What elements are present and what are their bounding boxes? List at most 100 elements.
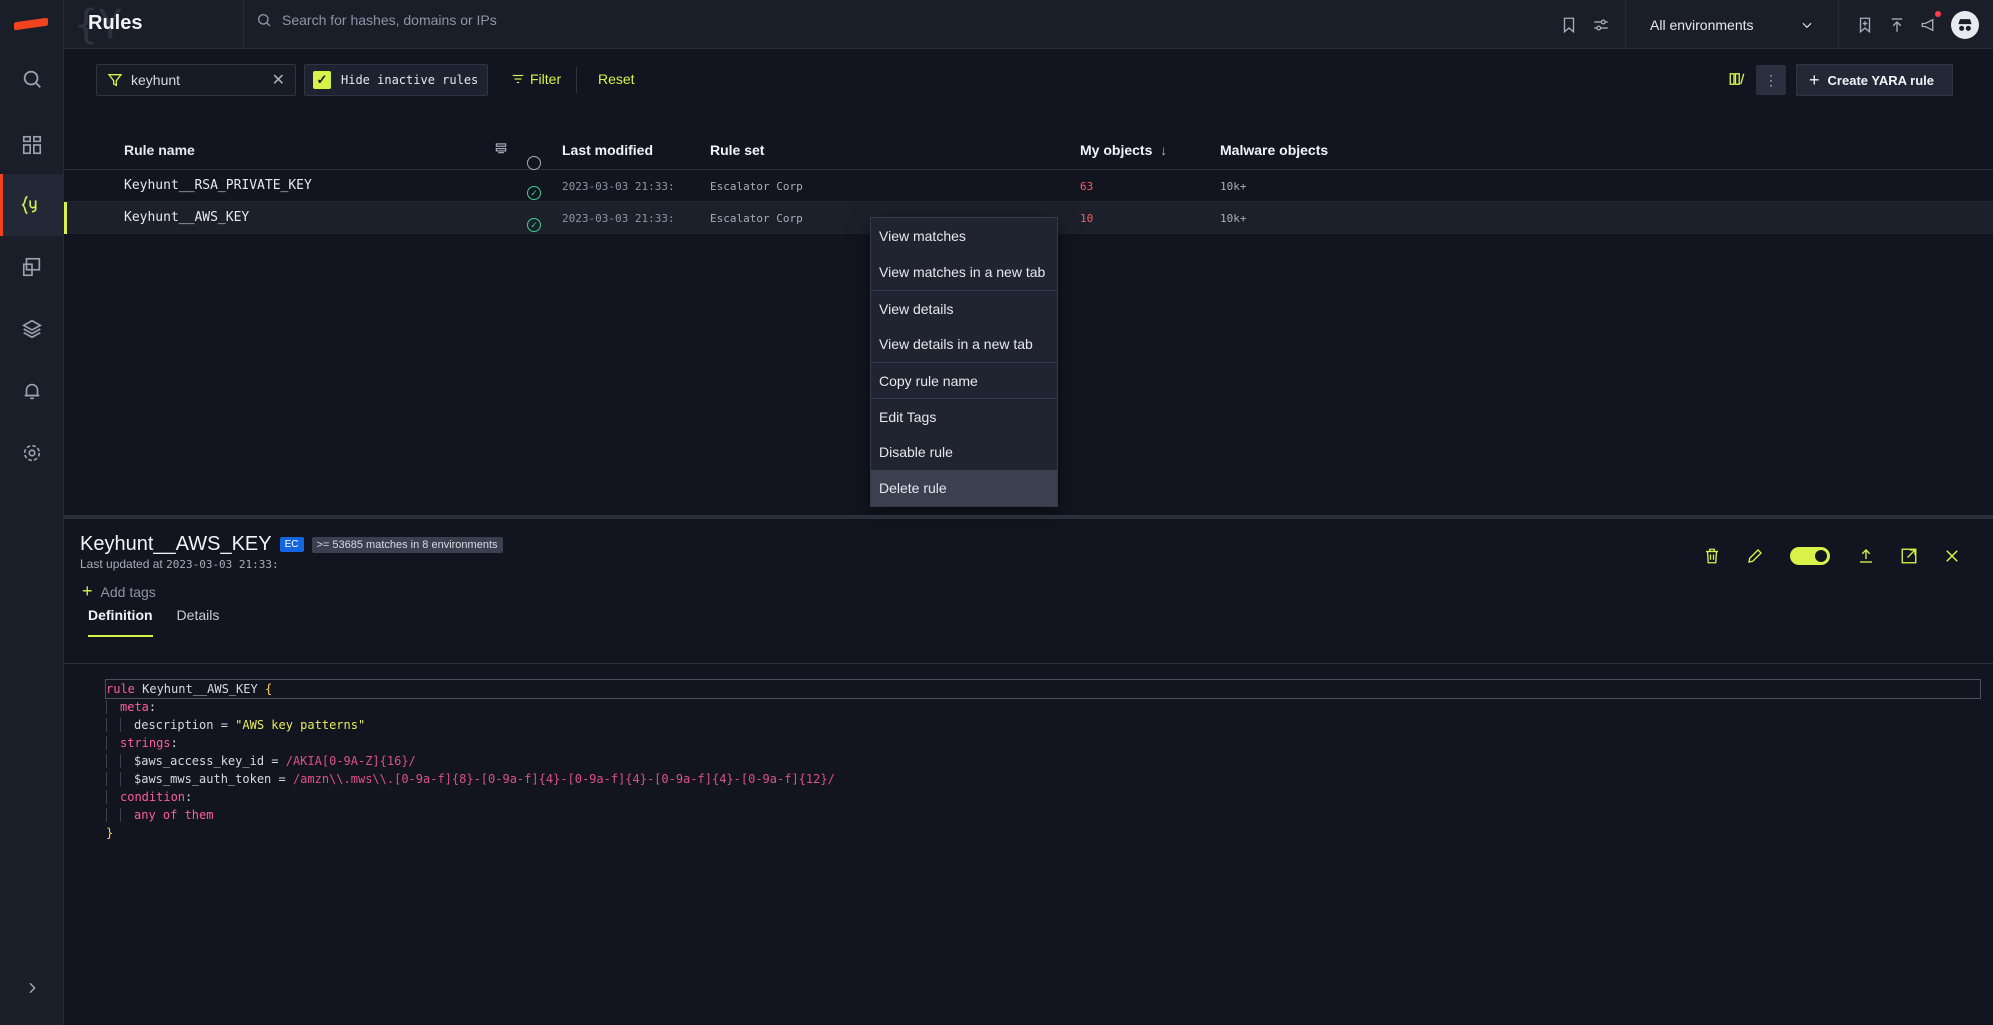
hide-inactive-label: Hide inactive rules: [341, 73, 479, 87]
top-bar: {Y Rules Search for hashes, domains or I…: [64, 0, 1993, 49]
layers-icon[interactable]: [0, 298, 64, 360]
create-yara-rule-label: Create YARA rule: [1827, 72, 1934, 88]
environment-value: All environments: [1650, 16, 1754, 33]
detail-header: Keyhunt__AWS_KEY EC >= 53685 matches in …: [80, 533, 503, 556]
tab-definition[interactable]: Definition: [88, 607, 153, 637]
table-row[interactable]: Keyhunt__RSA_PRIVATE_KEY ✓ 2023-03-03 21…: [64, 170, 1993, 202]
my-objects-cell[interactable]: 10: [1080, 212, 1093, 225]
export-icon[interactable]: [1844, 547, 1887, 565]
code-line: $aws_access_key_id = /AKIA[0-9A-Z]{16}/: [106, 752, 1980, 770]
yara-rules-icon[interactable]: [0, 174, 64, 236]
menu-item-view-details[interactable]: View details: [871, 290, 1057, 326]
code-line: rule Keyhunt__AWS_KEY {: [105, 679, 1981, 699]
last-updated-label: Last updated at: [80, 557, 163, 571]
menu-item-view-matches[interactable]: View matches: [871, 218, 1057, 254]
columns-icon[interactable]: [1728, 70, 1746, 91]
rule-name-cell: Keyhunt__RSA_PRIVATE_KEY: [124, 178, 312, 193]
table-header: Rule name Last modified Rule set My obje…: [64, 128, 1993, 170]
menu-item-edit-tags[interactable]: Edit Tags: [871, 398, 1057, 434]
arrow-down-icon: ↓: [1160, 142, 1168, 158]
create-yara-rule-button[interactable]: + Create YARA rule: [1796, 64, 1953, 96]
rule-active-toggle[interactable]: [1790, 547, 1830, 565]
megaphone-icon[interactable]: [1913, 9, 1945, 41]
divider: [243, 0, 244, 49]
gear-icon[interactable]: [0, 422, 64, 484]
checkbox-checked-icon[interactable]: ✓: [313, 71, 331, 89]
my-objects-cell[interactable]: 63: [1080, 180, 1093, 193]
close-icon[interactable]: ✕: [272, 70, 285, 90]
app-root: {Y Rules Search for hashes, domains or I…: [0, 0, 1993, 1025]
detail-actions: [1690, 547, 1973, 565]
menu-item-view-details-new-tab[interactable]: View details in a new tab: [871, 326, 1057, 362]
code-line: }: [106, 826, 114, 840]
hide-inactive-toggle[interactable]: ✓ Hide inactive rules: [304, 64, 488, 96]
close-icon[interactable]: [1930, 547, 1973, 565]
last-updated: Last updated at 2023-03-03 21:33:: [80, 557, 279, 571]
bookmark-icon[interactable]: [1553, 9, 1585, 41]
environment-select[interactable]: All environments: [1625, 0, 1839, 49]
last-updated-value: 2023-03-03 21:33:: [166, 558, 279, 571]
kebab-icon[interactable]: ⋮: [1756, 65, 1787, 95]
column-rule-name[interactable]: Rule name: [124, 142, 195, 158]
plus-icon: +: [1809, 69, 1820, 90]
code-line: meta:: [106, 698, 1980, 716]
malware-objects-cell: 10k+: [1220, 212, 1247, 225]
search-input[interactable]: Search for hashes, domains or IPs: [282, 12, 497, 28]
column-last-modified[interactable]: Last modified: [562, 142, 653, 158]
column-rule-set[interactable]: Rule set: [710, 142, 764, 158]
dashboard-icon[interactable]: [0, 114, 64, 176]
last-modified-cell: 2023-03-03 21:33:: [562, 212, 675, 225]
add-tags-button[interactable]: + Add tags: [82, 581, 156, 602]
add-tags-label: Add tags: [100, 583, 156, 600]
column-my-objects-label: My objects: [1080, 142, 1153, 158]
menu-item-disable-rule[interactable]: Disable rule: [871, 434, 1057, 470]
column-my-objects[interactable]: My objects ↓: [1080, 142, 1167, 158]
code-line: condition:: [106, 788, 1980, 806]
row-context-menu: View matches View matches in a new tab V…: [870, 217, 1058, 507]
bookmark-plus-icon[interactable]: [1849, 9, 1881, 41]
tab-details[interactable]: Details: [177, 607, 220, 637]
rule-detail-pane: Keyhunt__AWS_KEY EC >= 53685 matches in …: [64, 519, 1993, 1025]
sliders-icon[interactable]: [1585, 9, 1617, 41]
divider: [64, 663, 1993, 664]
trash-icon[interactable]: [1690, 547, 1733, 565]
rule-name-cell: Keyhunt__AWS_KEY: [124, 210, 250, 225]
filter-button[interactable]: Filter: [511, 71, 561, 87]
left-rail: [0, 0, 64, 1025]
divider: [576, 67, 577, 93]
column-malware-objects[interactable]: Malware objects: [1220, 142, 1328, 158]
filter-lines-icon: [512, 74, 524, 84]
top-bar-actions: All environments: [1553, 0, 1993, 49]
filter-value: keyhunt: [131, 72, 181, 88]
rule-set-cell: Escalator Corp: [710, 212, 803, 225]
pencil-icon[interactable]: [1733, 547, 1776, 565]
menu-item-view-matches-new-tab[interactable]: View matches in a new tab: [871, 254, 1057, 290]
plus-icon: +: [82, 581, 93, 601]
code-line: strings:: [106, 734, 1980, 752]
filter-icon: [107, 74, 123, 87]
filter-chip[interactable]: keyhunt ✕: [96, 64, 296, 96]
search-icon[interactable]: [0, 48, 64, 110]
filter-label: Filter: [530, 71, 562, 87]
popout-icon[interactable]: [1887, 547, 1930, 565]
chevron-right-icon[interactable]: [0, 980, 64, 996]
reset-button[interactable]: Reset: [598, 71, 635, 87]
menu-item-delete-rule[interactable]: Delete rule: [871, 470, 1057, 506]
upload-icon[interactable]: [1881, 9, 1913, 41]
code-line: any of them: [106, 806, 1980, 824]
avatar-icon[interactable]: [1951, 10, 1979, 39]
malware-objects-cell: 10k+: [1220, 180, 1247, 193]
notification-dot: [1935, 10, 1941, 17]
reports-icon[interactable]: [0, 236, 64, 298]
matches-badge[interactable]: >= 53685 matches in 8 environments: [311, 536, 503, 553]
brand-logo[interactable]: [14, 17, 48, 31]
chevron-down-icon: [1802, 22, 1812, 28]
menu-item-copy-rule-name[interactable]: Copy rule name: [871, 362, 1057, 398]
last-modified-cell: 2023-03-03 21:33:: [562, 180, 675, 193]
detail-tabs: Definition Details: [88, 607, 243, 637]
yara-code-editor[interactable]: rule Keyhunt__AWS_KEY { meta: descriptio…: [105, 679, 1981, 842]
column-menu-icon[interactable]: [494, 141, 508, 158]
global-search[interactable]: Search for hashes, domains or IPs: [256, 12, 497, 28]
bell-icon[interactable]: [0, 360, 64, 422]
rule-set-cell: Escalator Corp: [710, 180, 803, 193]
